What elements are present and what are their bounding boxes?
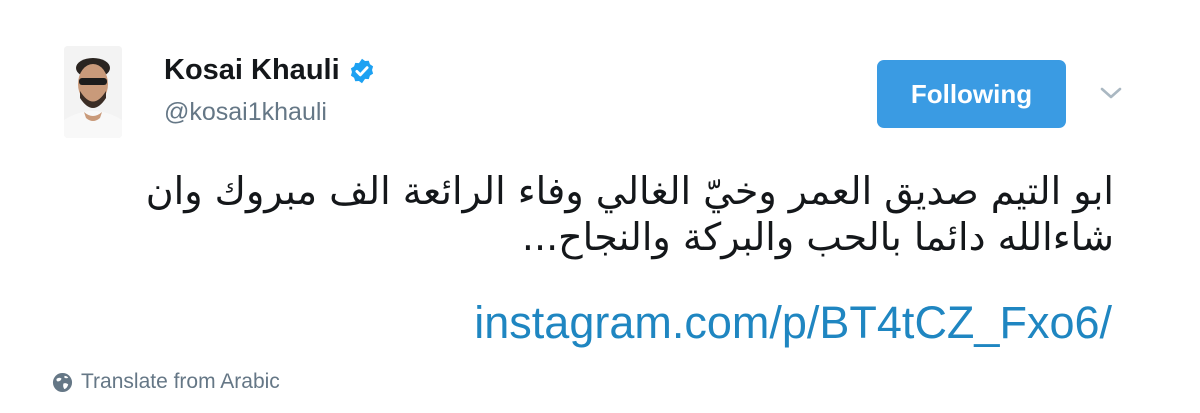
- tweet-link[interactable]: instagram.com/p/BT4tCZ_Fxo6/: [474, 296, 1112, 350]
- chevron-down-icon[interactable]: [1094, 76, 1128, 110]
- globe-icon: [52, 372, 73, 392]
- user-display-name[interactable]: Kosai Khauli: [164, 54, 340, 87]
- following-button[interactable]: Following: [877, 60, 1066, 128]
- tweet-text: ابو التيم صديق العمر وخيّ الغالي وفاء ال…: [34, 168, 1114, 260]
- avatar[interactable]: [64, 46, 122, 138]
- user-name-row: Kosai Khauli: [164, 54, 376, 87]
- verified-badge-icon: [350, 58, 373, 83]
- translate-label: Translate from Arabic: [81, 370, 280, 393]
- tweet-text-line: ابو التيم صديق العمر وخيّ الغالي وفاء ال…: [145, 169, 1114, 213]
- avatar-photo-icon: [64, 46, 122, 138]
- tweet-text-line: شاءالله دائما بالحب والبركة والنجاح...: [521, 215, 1114, 259]
- user-handle[interactable]: @kosai1khauli: [164, 98, 327, 127]
- tweet-card: Kosai Khauli @kosai1khauli Following ابو…: [0, 0, 1200, 413]
- translate-button[interactable]: Translate from Arabic: [52, 370, 280, 394]
